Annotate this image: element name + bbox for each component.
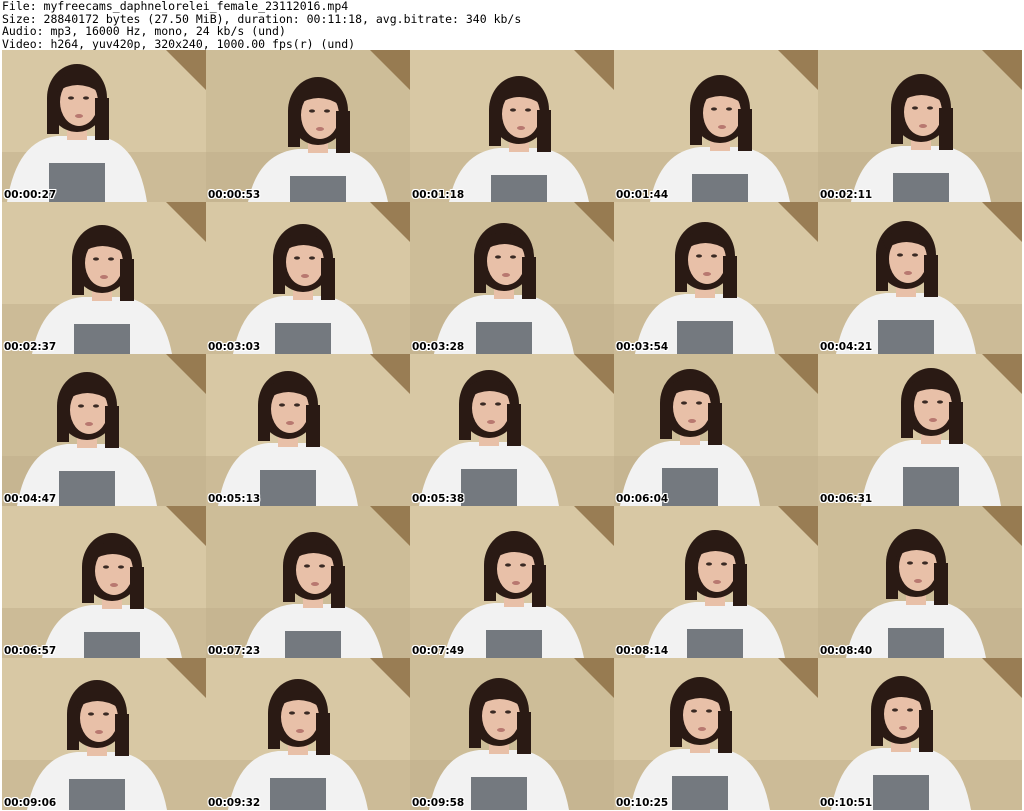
thumbnail-timestamp: 00:09:58: [412, 797, 465, 809]
thumbnail-frame[interactable]: 00:01:18: [410, 50, 614, 202]
video-frame-image: [614, 506, 818, 658]
thumbnail-frame[interactable]: 00:02:11: [818, 50, 1022, 202]
video-frame-image: [410, 202, 614, 354]
thumbnail-frame[interactable]: 00:07:49: [410, 506, 614, 658]
thumbnail-frame[interactable]: 00:06:57: [2, 506, 206, 658]
thumbnail-timestamp: 00:03:28: [412, 341, 465, 353]
video-frame-image: [614, 658, 818, 810]
thumbnail-timestamp: 00:00:53: [208, 189, 261, 201]
thumbnail-timestamp: 00:00:27: [4, 189, 57, 201]
thumbnail-frame[interactable]: 00:04:47: [2, 354, 206, 506]
thumbnail-frame[interactable]: 00:04:21: [818, 202, 1022, 354]
video-frame-image: [818, 506, 1022, 658]
thumbnail-timestamp: 00:01:18: [412, 189, 465, 201]
video-frame-image: [206, 658, 410, 810]
video-frame-image: [614, 50, 818, 202]
thumbnail-grid: 00:00:27 00:00:53 00:01:18 00:01:44 00:0…: [0, 50, 1024, 811]
thumbnail-frame[interactable]: 00:09:32: [206, 658, 410, 810]
thumbnail-timestamp: 00:07:23: [208, 645, 261, 657]
thumbnail-timestamp: 00:05:38: [412, 493, 465, 505]
video-frame-image: [614, 354, 818, 506]
thumbnail-frame[interactable]: 00:00:27: [2, 50, 206, 202]
video-frame-image: [206, 202, 410, 354]
thumbnail-timestamp: 00:04:47: [4, 493, 57, 505]
video-frame-image: [410, 506, 614, 658]
video-frame-image: [2, 658, 206, 810]
video-frame-image: [2, 202, 206, 354]
video-frame-image: [818, 50, 1022, 202]
thumbnail-frame[interactable]: 00:08:40: [818, 506, 1022, 658]
thumbnail-timestamp: 00:03:03: [208, 341, 261, 353]
thumbnail-timestamp: 00:08:40: [820, 645, 873, 657]
video-info-line: Video: h264, yuv420p, 320x240, 1000.00 f…: [2, 36, 356, 51]
thumbnail-timestamp: 00:10:51: [820, 797, 873, 809]
thumbnail-timestamp: 00:01:44: [616, 189, 669, 201]
thumbnail-frame[interactable]: 00:02:37: [2, 202, 206, 354]
thumbnail-timestamp: 00:06:31: [820, 493, 873, 505]
video-frame-image: [206, 354, 410, 506]
thumbnail-timestamp: 00:06:04: [616, 493, 669, 505]
thumbnail-timestamp: 00:10:25: [616, 797, 669, 809]
thumbnail-frame[interactable]: 00:01:44: [614, 50, 818, 202]
thumbnail-frame[interactable]: 00:05:13: [206, 354, 410, 506]
thumbnail-frame[interactable]: 00:07:23: [206, 506, 410, 658]
video-frame-image: [2, 50, 206, 202]
video-frame-image: [614, 202, 818, 354]
video-frame-image: [818, 202, 1022, 354]
thumbnail-timestamp: 00:08:14: [616, 645, 669, 657]
file-info-header: File: myfreecams_daphnelorelei_female_23…: [0, 0, 1024, 50]
audio-info-line: Audio: mp3, 16000 Hz, mono, 24 kb/s (und…: [2, 24, 286, 38]
thumbnail-frame[interactable]: 00:03:54: [614, 202, 818, 354]
video-frame-image: [410, 354, 614, 506]
video-frame-image: [410, 50, 614, 202]
video-frame-image: [206, 506, 410, 658]
thumbnail-frame[interactable]: 00:03:03: [206, 202, 410, 354]
video-frame-image: [818, 354, 1022, 506]
thumbnail-frame[interactable]: 00:03:28: [410, 202, 614, 354]
thumbnail-timestamp: 00:02:37: [4, 341, 57, 353]
thumbnail-frame[interactable]: 00:10:51: [818, 658, 1022, 810]
video-frame-image: [410, 658, 614, 810]
thumbnail-frame[interactable]: 00:00:53: [206, 50, 410, 202]
thumbnail-timestamp: 00:07:49: [412, 645, 465, 657]
thumbnail-timestamp: 00:09:06: [4, 797, 57, 809]
video-frame-image: [2, 354, 206, 506]
file-name-line: File: myfreecams_daphnelorelei_female_23…: [2, 0, 349, 13]
thumbnail-frame[interactable]: 00:09:06: [2, 658, 206, 810]
thumbnail-timestamp: 00:05:13: [208, 493, 261, 505]
thumbnail-frame[interactable]: 00:10:25: [614, 658, 818, 810]
thumbnail-frame[interactable]: 00:08:14: [614, 506, 818, 658]
thumbnail-frame[interactable]: 00:06:31: [818, 354, 1022, 506]
thumbnail-frame[interactable]: 00:05:38: [410, 354, 614, 506]
video-frame-image: [2, 506, 206, 658]
thumbnail-frame[interactable]: 00:09:58: [410, 658, 614, 810]
thumbnail-frame[interactable]: 00:06:04: [614, 354, 818, 506]
thumbnail-timestamp: 00:03:54: [616, 341, 669, 353]
thumbnail-timestamp: 00:09:32: [208, 797, 261, 809]
thumbnail-timestamp: 00:02:11: [820, 189, 873, 201]
video-frame-image: [206, 50, 410, 202]
thumbnail-timestamp: 00:06:57: [4, 645, 57, 657]
thumbnail-timestamp: 00:04:21: [820, 341, 873, 353]
video-frame-image: [818, 658, 1022, 810]
